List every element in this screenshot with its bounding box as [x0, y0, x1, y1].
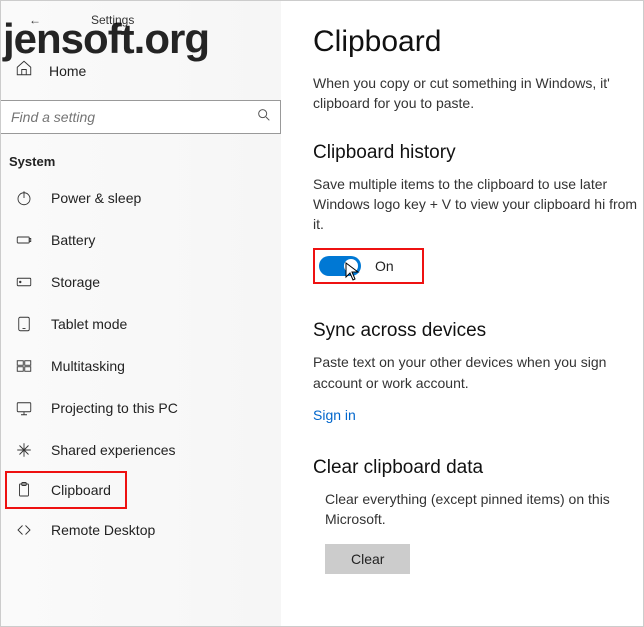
- back-arrow[interactable]: ←: [29, 13, 41, 27]
- history-desc: Save multiple items to the clipboard to …: [313, 174, 643, 235]
- sidebar-item-battery[interactable]: Battery: [1, 219, 281, 261]
- sidebar: ← Settings Home System Power & sleep Bat…: [1, 1, 281, 626]
- power-icon: [15, 189, 33, 207]
- sidebar-item-label: Storage: [51, 274, 100, 290]
- sync-heading: Sync across devices: [313, 320, 643, 342]
- sidebar-item-label: Remote Desktop: [51, 522, 155, 538]
- sidebar-item-multitasking[interactable]: Multitasking: [1, 345, 281, 387]
- toggle-state-label: On: [375, 258, 394, 274]
- history-toggle-row: On: [313, 248, 424, 284]
- sidebar-item-tablet-mode[interactable]: Tablet mode: [1, 303, 281, 345]
- sync-desc: Paste text on your other devices when yo…: [313, 352, 643, 393]
- sidebar-item-remote-desktop[interactable]: Remote Desktop: [1, 509, 281, 551]
- sidebar-item-label: Tablet mode: [51, 316, 127, 332]
- sidebar-item-storage[interactable]: Storage: [1, 261, 281, 303]
- section-header: System: [1, 134, 281, 177]
- sidebar-item-label: Power & sleep: [51, 190, 141, 206]
- toggle-knob: [344, 259, 358, 273]
- remote-desktop-icon: [15, 521, 33, 539]
- sidebar-item-label: Projecting to this PC: [51, 400, 178, 416]
- sidebar-item-label: Battery: [51, 232, 95, 248]
- sidebar-item-power-sleep[interactable]: Power & sleep: [1, 177, 281, 219]
- sidebar-item-label: Shared experiences: [51, 442, 176, 458]
- tablet-icon: [15, 315, 33, 333]
- sign-in-link[interactable]: Sign in: [313, 407, 356, 423]
- clear-heading: Clear clipboard data: [313, 457, 643, 479]
- clear-button[interactable]: Clear: [325, 544, 410, 574]
- sidebar-item-clipboard[interactable]: Clipboard: [5, 471, 127, 509]
- battery-icon: [15, 231, 33, 249]
- window-title: Settings: [91, 13, 134, 27]
- home-row[interactable]: Home: [1, 51, 281, 90]
- storage-icon: [15, 273, 33, 291]
- sidebar-item-shared-experiences[interactable]: Shared experiences: [1, 429, 281, 471]
- content: Clipboard When you copy or cut something…: [281, 1, 643, 626]
- sidebar-item-projecting[interactable]: Projecting to this PC: [1, 387, 281, 429]
- projecting-icon: [15, 399, 33, 417]
- page-intro: When you copy or cut something in Window…: [313, 73, 643, 114]
- history-heading: Clipboard history: [313, 142, 643, 164]
- sidebar-item-label: Clipboard: [51, 482, 111, 498]
- history-toggle[interactable]: [319, 256, 361, 276]
- search-icon: [256, 107, 272, 128]
- search-box[interactable]: [1, 100, 281, 134]
- page-title: Clipboard: [313, 25, 643, 59]
- home-icon: [15, 59, 33, 82]
- shared-icon: [15, 441, 33, 459]
- home-label: Home: [49, 63, 86, 79]
- search-input[interactable]: [11, 109, 256, 125]
- sidebar-item-label: Multitasking: [51, 358, 125, 374]
- multitasking-icon: [15, 357, 33, 375]
- clear-desc: Clear everything (except pinned items) o…: [313, 489, 643, 530]
- clipboard-icon: [15, 481, 33, 499]
